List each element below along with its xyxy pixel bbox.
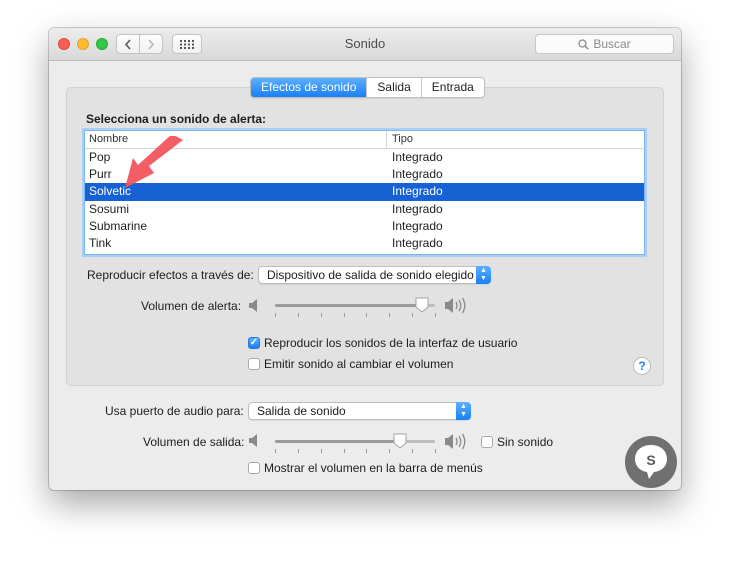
svg-text:S: S — [646, 452, 655, 468]
popup-arrows-icon: ▲ ▼ — [456, 402, 471, 420]
row-name: Tink — [89, 235, 112, 250]
title-bar: Sonido Buscar — [49, 28, 681, 61]
slider-tick — [275, 313, 276, 317]
play-through-label: Reproducir efectos a través de: — [87, 268, 254, 282]
row-type: Integrado — [392, 235, 443, 250]
slider-tick — [412, 449, 414, 453]
tab-input[interactable]: Entrada — [420, 78, 484, 97]
output-volume-knob[interactable] — [393, 433, 407, 449]
tab-bar: Efectos de sonido Salida Entrada — [250, 77, 485, 98]
slider-tick — [320, 313, 322, 317]
slider-tick — [275, 449, 276, 453]
slider-tick — [435, 449, 436, 453]
table-row[interactable]: Sosumi Integrado — [85, 201, 644, 218]
row-type: Integrado — [392, 218, 443, 233]
mute-label: Sin sonido — [497, 435, 554, 449]
slider-tick — [343, 313, 345, 317]
ui-sounds-checkbox[interactable]: ✓ — [248, 337, 260, 349]
search-field[interactable]: Buscar — [535, 34, 674, 54]
tab-output[interactable]: Salida — [366, 78, 420, 97]
audio-port-label: Usa puerto de audio para: — [105, 404, 244, 418]
audio-port-value: Salida de sonido — [257, 404, 346, 418]
preferences-window: Sonido Buscar Efectos de sonido Salida E… — [49, 28, 681, 490]
column-header-type[interactable]: Tipo — [386, 131, 413, 148]
row-name: Sosumi — [89, 201, 130, 216]
alert-sound-heading: Selecciona un sonido de alerta: — [86, 112, 267, 126]
speaker-low-icon — [249, 299, 257, 312]
volume-feedback-checkbox[interactable] — [248, 358, 260, 370]
row-name: Submarine — [89, 218, 148, 233]
tab-sound-effects[interactable]: Efectos de sonido — [251, 78, 367, 97]
menubar-volume-label: Mostrar el volumen en la barra de menús — [264, 461, 483, 475]
slider-tick — [389, 313, 391, 317]
alert-volume-knob[interactable] — [415, 297, 429, 313]
alert-volume-label: Volumen de alerta: — [141, 299, 242, 313]
mute-checkbox[interactable] — [481, 436, 493, 448]
slider-tick — [366, 449, 368, 453]
table-row[interactable]: Submarine Integrado — [85, 218, 644, 235]
slider-tick — [343, 449, 345, 453]
annotation-arrow-icon — [125, 136, 183, 188]
speaker-low-icon — [249, 434, 257, 447]
alert-volume-fill — [275, 304, 423, 307]
slider-tick — [412, 313, 414, 317]
slider-tick — [366, 313, 368, 317]
volume-feedback-label: Emitir sonido al cambiar el volumen — [264, 357, 454, 371]
table-row[interactable]: Tink Integrado — [85, 235, 644, 252]
popup-arrows-icon: ▲ ▼ — [476, 266, 491, 284]
slider-tick — [389, 449, 391, 453]
watermark-logo-icon: S — [625, 436, 677, 488]
menubar-volume-checkbox[interactable] — [248, 462, 260, 474]
slider-tick — [320, 449, 322, 453]
output-volume-label: Volumen de salida: — [143, 435, 245, 449]
output-device-popup[interactable]: Dispositivo de salida de sonido elegido … — [258, 266, 491, 284]
row-type: Integrado — [392, 150, 443, 164]
slider-tick — [297, 313, 299, 317]
alert-volume-slider[interactable] — [275, 304, 435, 307]
output-volume-slider[interactable] — [275, 440, 435, 443]
audio-port-popup[interactable]: Salida de sonido ▲ ▼ — [248, 402, 471, 420]
row-type: Integrado — [392, 201, 443, 216]
speaker-high-icon — [445, 433, 466, 450]
row-type: Integrado — [392, 167, 443, 182]
output-volume-fill — [275, 440, 400, 443]
row-type: Integrado — [392, 184, 443, 199]
help-button[interactable]: ? — [633, 357, 651, 375]
ui-sounds-label: Reproducir los sonidos de la interfaz de… — [264, 336, 518, 350]
slider-tick — [297, 449, 299, 453]
search-placeholder: Buscar — [593, 37, 631, 51]
search-icon — [578, 38, 590, 50]
slider-tick — [435, 313, 436, 317]
output-device-value: Dispositivo de salida de sonido elegido — [267, 268, 474, 282]
speaker-high-icon — [445, 297, 466, 314]
